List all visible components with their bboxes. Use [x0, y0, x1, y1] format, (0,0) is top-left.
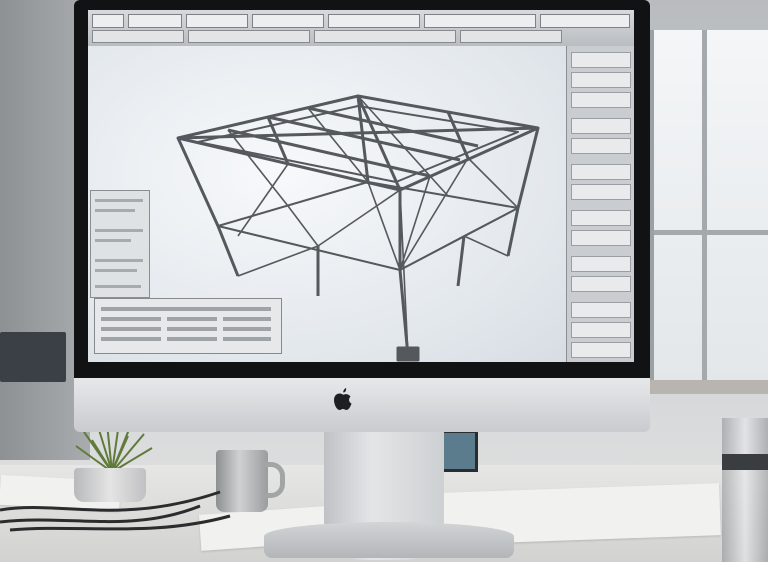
background-window: [648, 30, 768, 380]
sidebar-item[interactable]: [571, 72, 631, 88]
sidebar-item[interactable]: [571, 276, 631, 292]
zoom-icon[interactable]: [252, 14, 324, 28]
background-monitor: [0, 332, 66, 382]
monitor-foot: [264, 522, 514, 558]
toolbar-button[interactable]: [460, 30, 562, 43]
sidebar-item[interactable]: [571, 118, 631, 134]
toolbar-button[interactable]: [92, 30, 184, 43]
sidebar-item[interactable]: [571, 52, 631, 68]
sidebar-item[interactable]: [571, 322, 631, 338]
sidebar-item[interactable]: [571, 342, 631, 358]
toolbar-button[interactable]: [188, 30, 310, 43]
rotate-icon[interactable]: [186, 14, 248, 28]
properties-icon[interactable]: [424, 14, 536, 28]
toolbar-button[interactable]: [540, 14, 630, 28]
desk-cables: [0, 490, 231, 532]
toolbar-button[interactable]: [314, 30, 456, 43]
cad-toolbar: [88, 10, 634, 47]
sidebar-item[interactable]: [571, 138, 631, 154]
properties-table[interactable]: [94, 298, 282, 354]
sidebar-item[interactable]: [571, 164, 631, 180]
sidebar-item[interactable]: [571, 302, 631, 318]
monitor-bezel: [74, 0, 650, 378]
sidebar-item[interactable]: [571, 256, 631, 272]
apple-logo-icon: [334, 388, 352, 410]
layer-panel[interactable]: [90, 190, 150, 298]
properties-sidebar[interactable]: [566, 46, 634, 362]
move-icon[interactable]: [128, 14, 182, 28]
layers-icon[interactable]: [328, 14, 420, 28]
pencil-cup-band: [722, 454, 768, 470]
office-scene: [0, 0, 768, 562]
sidebar-item[interactable]: [571, 184, 631, 200]
sidebar-item[interactable]: [571, 210, 631, 226]
monitor-chin: [74, 378, 650, 432]
sidebar-item[interactable]: [571, 230, 631, 246]
sidebar-item[interactable]: [571, 92, 631, 108]
select-icon[interactable]: [92, 14, 124, 28]
imac-monitor: [74, 0, 650, 560]
mug-handle: [262, 462, 285, 498]
pencil-cup: [722, 418, 768, 562]
monitor-screen[interactable]: [88, 10, 634, 362]
windowsill: [648, 380, 768, 394]
